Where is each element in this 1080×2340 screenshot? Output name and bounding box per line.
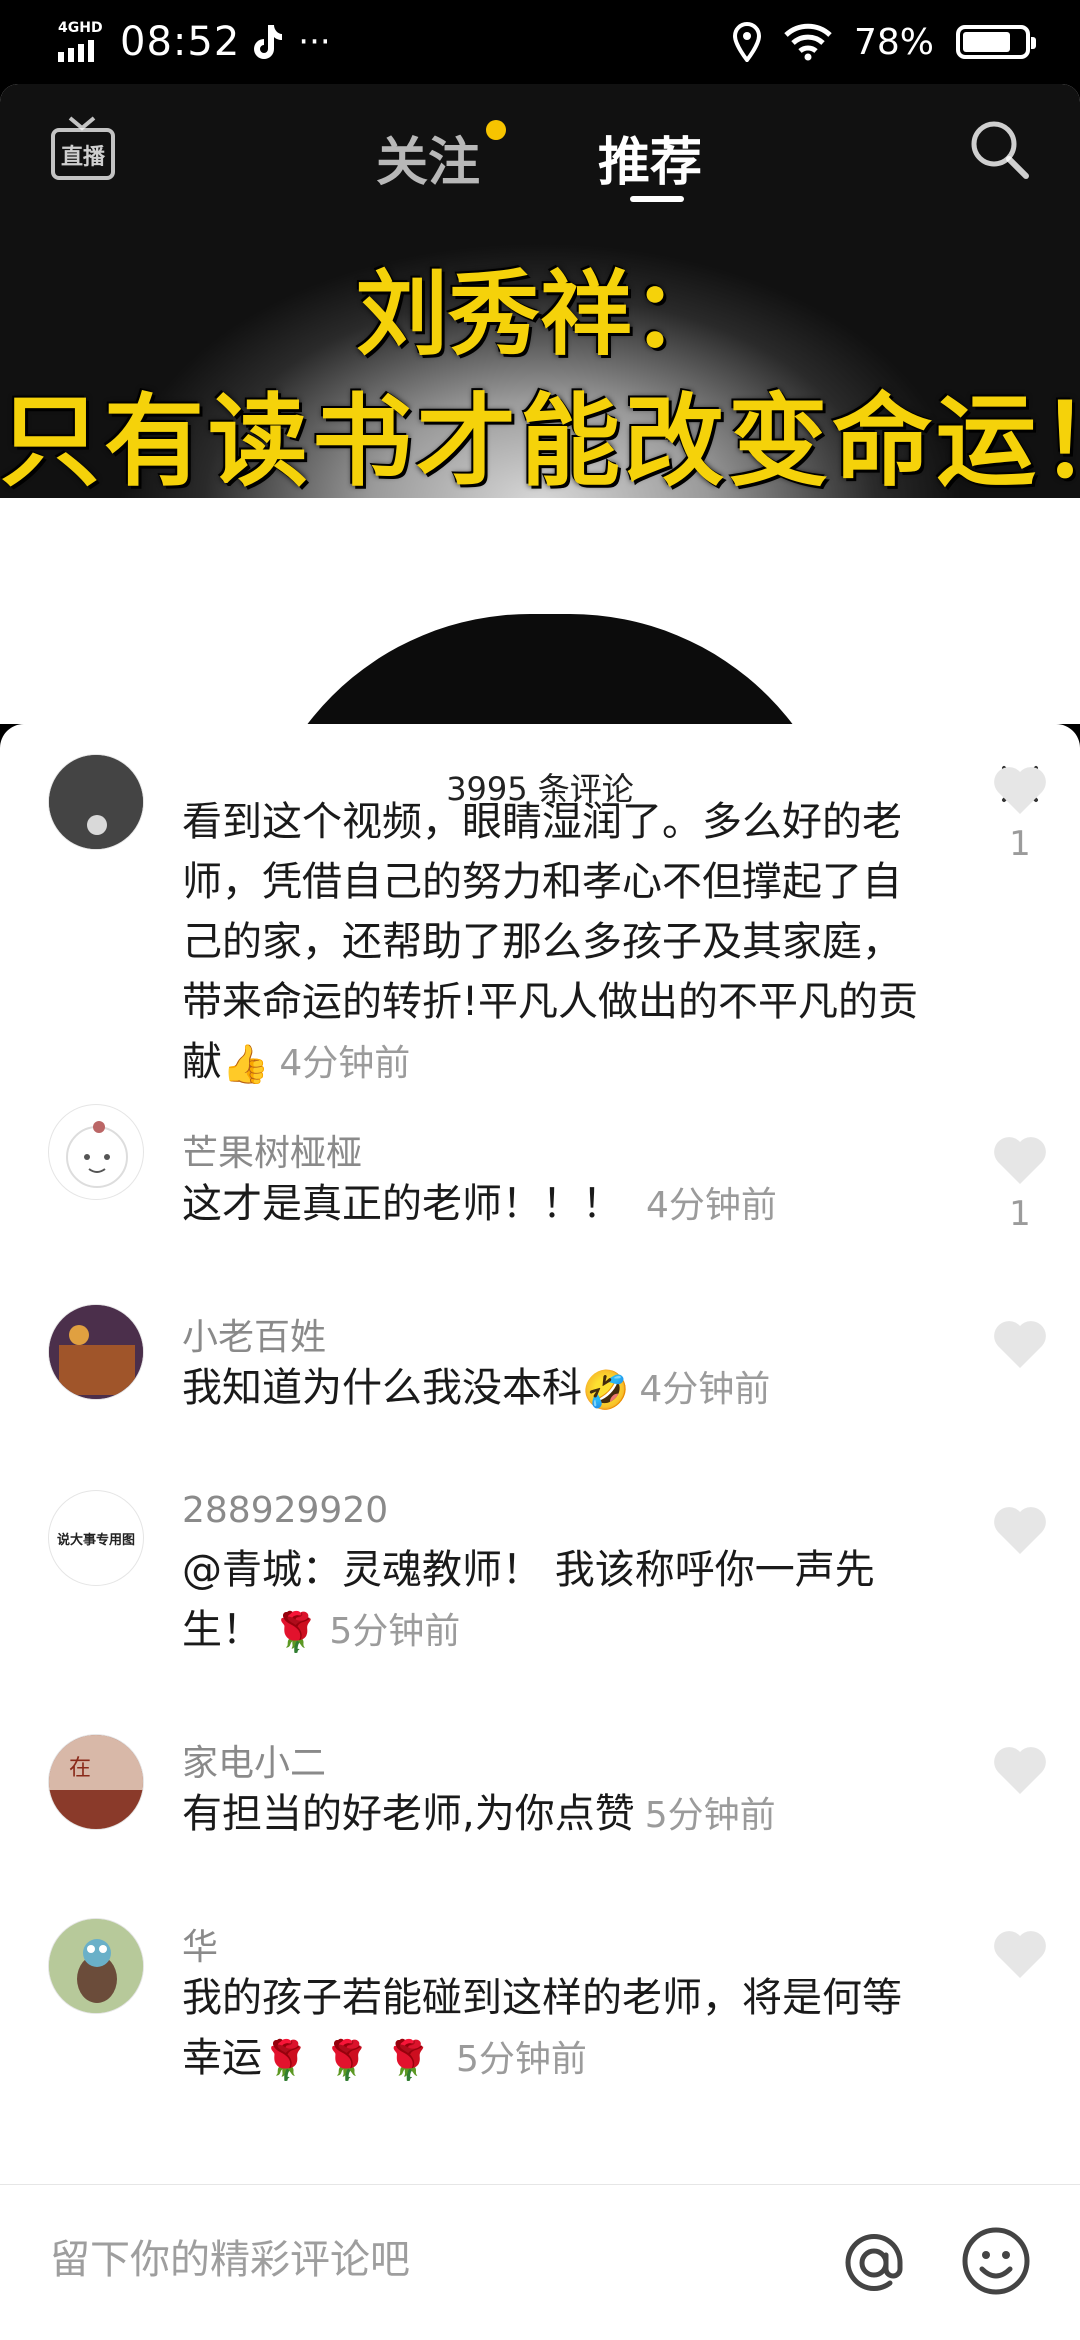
comment-text: 我知道为什么我没本科🤣 4分钟前 <box>182 1358 922 1420</box>
rose-emoji: 🌹🌹🌹 <box>262 2038 446 2082</box>
location-icon <box>732 22 761 62</box>
comment-text: 这才是真正的老师！！！ 4分钟前 <box>182 1174 922 1236</box>
wifi-icon <box>784 23 832 61</box>
comment-username[interactable]: 小老百姓 <box>182 1308 326 1360</box>
laughing-emoji: 🤣 <box>582 1368 630 1412</box>
comment-text: 有担当的好老师,为你点赞 5分钟前 <box>182 1784 922 1846</box>
battery-icon <box>956 25 1036 59</box>
like-button[interactable]: 1 <box>990 764 1050 864</box>
comment-input-bar <box>0 2184 1080 2340</box>
video-caption-line1: 刘秀祥： <box>355 261 724 368</box>
comment-time: 5分钟前 <box>329 1611 461 1652</box>
smiley-icon[interactable] <box>960 2225 1032 2297</box>
comment-body: 有担当的好老师,为你点赞 <box>182 1791 635 1837</box>
comment-body: 我知道为什么我没本科 <box>182 1365 582 1411</box>
status-bar: 4GHD 08:52 ··· 78% <box>0 0 1080 84</box>
clock: 08:52 <box>120 19 241 65</box>
top-nav: 直播 关注 推荐 <box>0 84 1080 224</box>
tab-recommend[interactable]: 推荐 <box>598 120 702 195</box>
notification-dot <box>486 120 507 140</box>
comment-text: 我的孩子若能碰到这样的老师，将是何等幸运🌹🌹🌹 5分钟前 <box>182 1968 922 2090</box>
comment-time: 4分钟前 <box>279 1043 411 1084</box>
comment-item[interactable]: 看到这个视频，眼睛湿润了。多么好的老师，凭借自己的努力和孝心不但撑起了自己的家，… <box>0 754 1080 1086</box>
signal-icon: 4GHD <box>58 20 106 64</box>
thumbs-up-emoji: 👍 <box>222 1042 270 1086</box>
comment-time: 4分钟前 <box>639 1369 771 1410</box>
heart-icon <box>994 1321 1046 1368</box>
heart-icon <box>994 1747 1046 1794</box>
search-icon[interactable] <box>966 116 1032 182</box>
like-button[interactable] <box>990 1744 1050 1796</box>
rose-emoji: 🌹 <box>272 1610 320 1654</box>
like-button[interactable] <box>990 1318 1050 1370</box>
comment-username[interactable]: 家电小二 <box>182 1734 326 1786</box>
like-count: 1 <box>1009 824 1031 864</box>
comment-username[interactable]: 芒果树桠桠 <box>182 1124 362 1176</box>
like-button[interactable] <box>990 1928 1050 1980</box>
svg-text:直播: 直播 <box>61 144 106 170</box>
avatar-text: 说大事专用图 <box>56 1532 135 1548</box>
svg-text:在: 在 <box>69 1756 91 1781</box>
avatar[interactable]: 说大事专用图 <box>48 1490 144 1586</box>
comment-username[interactable]: 华 <box>182 1918 218 1970</box>
comment-text: 看到这个视频，眼睛湿润了。多么好的老师，凭借自己的努力和孝心不但撑起了自己的家，… <box>182 792 922 1094</box>
comment-input[interactable] <box>50 2225 810 2295</box>
video-person-head <box>250 614 850 724</box>
live-tv-icon[interactable]: 直播 <box>50 114 116 182</box>
like-count: 1 <box>1009 1194 1031 1234</box>
network-type: 4GHD <box>58 20 103 36</box>
active-tab-indicator <box>630 196 684 202</box>
comments-sheet: 3995 条评论 看到这个视频，眼睛湿润了。多么好的老师，凭借自己的努力和孝心不… <box>0 724 1080 2340</box>
more-notifications: ··· <box>298 22 331 62</box>
heart-icon <box>994 1507 1046 1554</box>
comment-text: @青城：灵魂教师！ 我该称呼你一声先生！ 🌹 5分钟前 <box>182 1540 922 1662</box>
comment-body: 这才是真正的老师！！！ <box>182 1181 622 1227</box>
tiktok-notification-icon <box>254 25 283 59</box>
avatar[interactable] <box>48 1104 144 1200</box>
heart-icon <box>994 767 1046 814</box>
comment-time: 5分钟前 <box>455 2039 587 2080</box>
avatar[interactable] <box>48 754 144 850</box>
tab-recommend-label: 推荐 <box>598 133 703 193</box>
video-caption-line2: 只有读书才能改变命运！ <box>0 383 1080 500</box>
battery-percent: 78% <box>853 21 934 63</box>
avatar[interactable] <box>48 1918 144 2014</box>
at-sign-icon[interactable] <box>836 2225 912 2301</box>
comment-time: 4分钟前 <box>646 1185 777 1226</box>
tab-follow[interactable]: 关注 <box>376 120 507 195</box>
like-button[interactable] <box>990 1504 1050 1556</box>
avatar[interactable]: 在 <box>48 1734 144 1830</box>
heart-icon <box>994 1137 1046 1184</box>
like-button[interactable]: 1 <box>990 1134 1050 1234</box>
tab-follow-label: 关注 <box>376 133 481 193</box>
avatar[interactable] <box>48 1304 144 1400</box>
comment-time: 5分钟前 <box>644 1795 776 1836</box>
comment-username[interactable]: 288929920 <box>182 1490 388 1531</box>
heart-icon <box>994 1931 1046 1978</box>
